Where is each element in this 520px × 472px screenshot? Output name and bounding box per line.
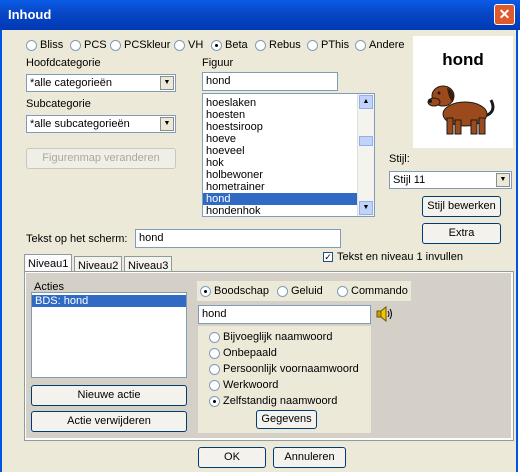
radio-dot (337, 285, 348, 297)
speaker-icon[interactable] (376, 306, 394, 322)
gegevens-button[interactable]: Gegevens (256, 410, 317, 429)
hoofdcategorie-select[interactable]: *alle categorieën ▼ (26, 74, 176, 92)
stijl-bewerken-button[interactable]: Stijl bewerken (422, 196, 501, 217)
list-item[interactable]: hoestsiroop (203, 121, 358, 133)
figuur-scrollbar[interactable]: ▲ ▼ (357, 94, 374, 216)
annuleren-button[interactable]: Annuleren (273, 447, 346, 468)
radio-dot (209, 331, 220, 343)
stijl-select[interactable]: Stijl 11 ▼ (389, 171, 512, 189)
preview-caption: hond (442, 50, 484, 69)
radio-pcskleur[interactable]: PCSkleur (110, 39, 170, 51)
dog-picture (427, 85, 495, 135)
figuur-listbox[interactable]: hoeslaken hoesten hoestsiroop hoeve hoev… (202, 93, 375, 217)
scroll-up-icon[interactable]: ▲ (359, 95, 373, 109)
radio-dot (26, 39, 37, 51)
figurenmap-veranderen-button[interactable]: Figurenmap veranderen (26, 148, 176, 169)
acties-listbox[interactable]: BDS: hond (31, 292, 187, 378)
radio-dot (110, 39, 121, 51)
close-button[interactable]: ✕ (494, 4, 515, 25)
list-item[interactable]: holbewoner (203, 169, 358, 181)
subcategorie-select[interactable]: *alle subcategorieën ▼ (26, 115, 176, 133)
scroll-down-icon[interactable]: ▼ (359, 201, 373, 215)
tekst-niveau-checkbox[interactable]: ✓ Tekst en niveau 1 invullen (323, 251, 463, 263)
radio-bliss[interactable]: Bliss (26, 39, 63, 51)
radio-pcs[interactable]: PCS (70, 39, 107, 51)
list-item[interactable]: hoeslaken (203, 97, 358, 109)
chevron-down-icon[interactable]: ▼ (496, 173, 510, 187)
close-icon: ✕ (498, 6, 511, 22)
radio-dot-selected (211, 39, 222, 51)
radio-pthis[interactable]: PThis (307, 39, 349, 51)
tekst-op-scherm-input[interactable]: hond (135, 229, 341, 248)
list-item[interactable]: hok (203, 157, 358, 169)
list-item-selected[interactable]: hond (203, 193, 358, 205)
radio-andere[interactable]: Andere (355, 39, 404, 51)
radio-dot (255, 39, 266, 51)
checkmark-icon: ✓ (323, 252, 333, 262)
nieuwe-actie-button[interactable]: Nieuwe actie (31, 385, 187, 406)
radio-dot (277, 285, 288, 297)
radio-commando[interactable]: Commando (337, 285, 408, 297)
ok-button[interactable]: OK (198, 447, 266, 468)
radio-werkwoord[interactable]: Werkwoord (209, 379, 278, 391)
radio-rebus[interactable]: Rebus (255, 39, 301, 51)
chevron-down-icon[interactable]: ▼ (160, 76, 174, 90)
action-type-radio-group: Boodschap Geluid Commando (197, 281, 411, 301)
list-item[interactable]: hoeve (203, 133, 358, 145)
radio-dot-selected (200, 285, 211, 297)
subcategorie-label: Subcategorie (26, 98, 91, 110)
figuur-search-input[interactable]: hond (202, 72, 338, 91)
radio-dot (355, 39, 366, 51)
radio-dot (70, 39, 81, 51)
radio-boodschap[interactable]: Boodschap (200, 285, 269, 297)
list-item[interactable]: hoesten (203, 109, 358, 121)
title-bar[interactable]: Inhoud ✕ (0, 0, 520, 30)
radio-dot-selected (209, 395, 220, 407)
list-item[interactable]: hoeveel (203, 145, 358, 157)
actie-verwijderen-button[interactable]: Actie verwijderen (31, 411, 187, 432)
radio-beta[interactable]: Beta (211, 39, 248, 51)
tab-niveau2[interactable]: Niveau2 (74, 256, 123, 272)
chevron-down-icon[interactable]: ▼ (160, 117, 174, 131)
hoofdcategorie-label: Hoofdcategorie (26, 57, 101, 69)
figuur-label: Figuur (202, 57, 234, 69)
radio-vh[interactable]: VH (174, 39, 203, 51)
radio-dot (307, 39, 318, 51)
tab-niveau1[interactable]: Niveau1 (24, 254, 73, 272)
list-item-selected[interactable]: BDS: hond (32, 295, 186, 307)
radio-geluid[interactable]: Geluid (277, 285, 323, 297)
word-type-radio-group: Bijvoeglijk naamwoord Onbepaald Persoonl… (198, 326, 371, 433)
radio-dot (209, 379, 220, 391)
radio-dot (174, 39, 185, 51)
scroll-thumb[interactable] (359, 136, 373, 146)
radio-zelfstandig-naamwoord[interactable]: Zelfstandig naamwoord (209, 395, 337, 407)
extra-button[interactable]: Extra (422, 223, 501, 244)
radio-dot (209, 363, 220, 375)
list-item[interactable]: hondenhok (203, 205, 358, 216)
tab-niveau3[interactable]: Niveau3 (124, 256, 173, 272)
window-title: Inhoud (8, 7, 52, 22)
preview-panel: hond (413, 36, 513, 148)
boodschap-input[interactable]: hond (198, 305, 371, 324)
list-item[interactable]: hometrainer (203, 181, 358, 193)
radio-bijvoeglijk-naamwoord[interactable]: Bijvoeglijk naamwoord (209, 331, 332, 343)
radio-dot (209, 347, 220, 359)
stijl-label: Stijl: (389, 153, 410, 165)
radio-persoonlijk-voornaamwoord[interactable]: Persoonlijk voornaamwoord (209, 363, 359, 375)
tekst-op-scherm-label: Tekst op het scherm: (26, 233, 128, 245)
radio-onbepaald[interactable]: Onbepaald (209, 347, 277, 359)
